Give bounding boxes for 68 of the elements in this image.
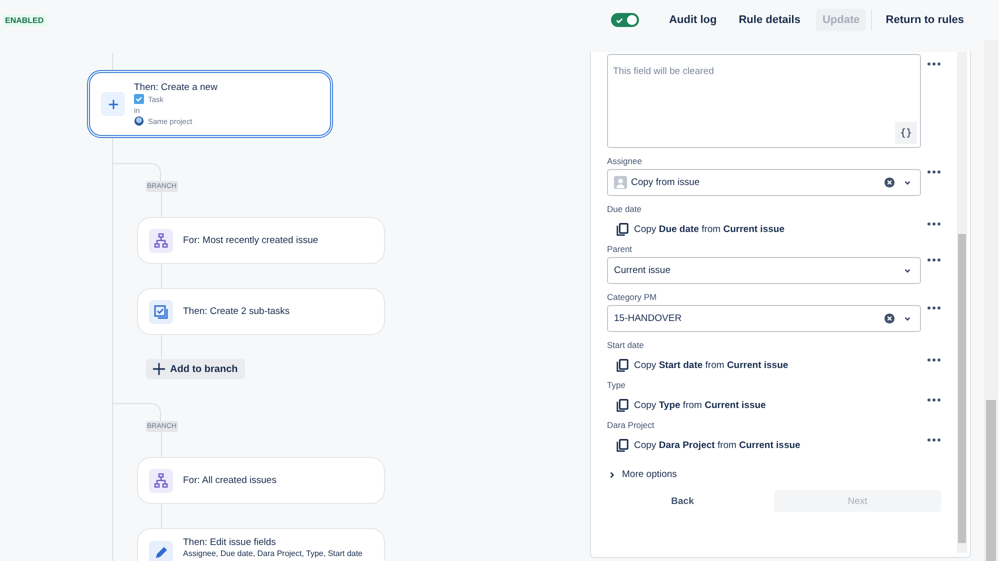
node-title: Then: Edit issue fields — [183, 537, 277, 548]
more-icon — [926, 222, 940, 226]
text-area[interactable]: This field will be cleared {} — [607, 54, 921, 148]
select-field[interactable]: Current issue — [607, 257, 921, 284]
plus-icon — [101, 92, 125, 116]
smart-value-button[interactable]: {} — [895, 122, 917, 144]
field-label: Start date — [607, 340, 645, 350]
chevron-down-icon — [903, 178, 912, 187]
back-button[interactable]: Back — [607, 490, 758, 512]
more-icon — [926, 62, 940, 66]
placeholder-text: This field will be cleared — [613, 66, 714, 77]
plus-icon — [153, 363, 165, 375]
copy-icon — [616, 398, 629, 412]
enable-toggle[interactable] — [611, 13, 640, 27]
pencil-icon — [149, 541, 173, 561]
branch-icon — [149, 468, 173, 492]
page-scrollbar[interactable] — [984, 40, 998, 561]
subtask-icon — [149, 300, 173, 324]
checkbox-icon — [134, 94, 144, 104]
copy-icon — [616, 358, 629, 372]
field-label: Parent — [607, 244, 634, 254]
copy-icon — [616, 222, 629, 236]
select-value: 15-HANDOVER — [614, 313, 682, 324]
more-icon — [926, 306, 940, 310]
field-label: Dara Project — [607, 420, 656, 430]
globe-icon — [134, 116, 144, 126]
field-label: Due date — [607, 204, 642, 214]
node-title: Then: Create a new — [134, 82, 218, 92]
clear-icon — [884, 313, 895, 324]
copy-rule-text: Copy Dara Project from Current issue — [634, 440, 800, 450]
more-options-toggle[interactable]: More options — [607, 469, 677, 480]
scrollbar[interactable] — [957, 52, 967, 553]
clear-icon — [884, 177, 895, 188]
rule-node[interactable]: For: Most recently created issue — [137, 217, 385, 264]
select-field[interactable]: Copy from issue — [607, 169, 921, 196]
rule-node[interactable]: Then: Edit issue fields Assignee, Due date, Dara Project, Type, Start date — [137, 528, 385, 561]
header-button[interactable]: Audit log — [663, 9, 723, 31]
more-icon — [926, 358, 940, 362]
rule-node[interactable]: Then: Create 2 sub-tasks — [137, 288, 385, 335]
copy-icon — [616, 438, 629, 452]
chevron-right-icon — [608, 470, 616, 478]
branch-icon — [149, 228, 173, 252]
check-icon — [615, 16, 624, 24]
more-icon — [926, 398, 940, 402]
node-subtitle: Assignee, Due date, Dara Project, Type, Start date — [183, 549, 363, 558]
header-button[interactable]: Rule details — [732, 9, 806, 31]
more-icon — [926, 170, 940, 174]
status-label: ENABLED — [3, 14, 46, 26]
more-icon — [926, 258, 940, 262]
select-value: Copy from issue — [631, 177, 700, 188]
copy-rule-text: Copy Due date from Current issue — [634, 224, 784, 234]
more-icon — [926, 438, 940, 442]
select-field[interactable]: 15-HANDOVER — [607, 305, 921, 332]
field-label: Type — [607, 380, 626, 390]
node-title: Then: Create 2 sub-tasks — [183, 306, 290, 317]
node-title: For: All created issues — [183, 475, 276, 486]
avatar-icon — [614, 176, 627, 189]
node-title: For: Most recently created issue — [183, 235, 318, 246]
copy-rule-text: Copy Type from Current issue — [634, 400, 766, 410]
copy-rule-text: Copy Start date from Current issue — [634, 360, 788, 370]
rule-node[interactable]: For: All created issues — [137, 457, 385, 504]
header-button[interactable]: Return to rules — [880, 9, 970, 31]
chevron-down-icon — [903, 314, 912, 323]
field-label: Category PM — [607, 292, 658, 302]
add-to-branch-button[interactable]: Add to branch — [146, 359, 245, 379]
chevron-down-icon — [903, 266, 912, 275]
select-value: Current issue — [614, 265, 670, 276]
field-label: Assignee — [607, 156, 643, 166]
